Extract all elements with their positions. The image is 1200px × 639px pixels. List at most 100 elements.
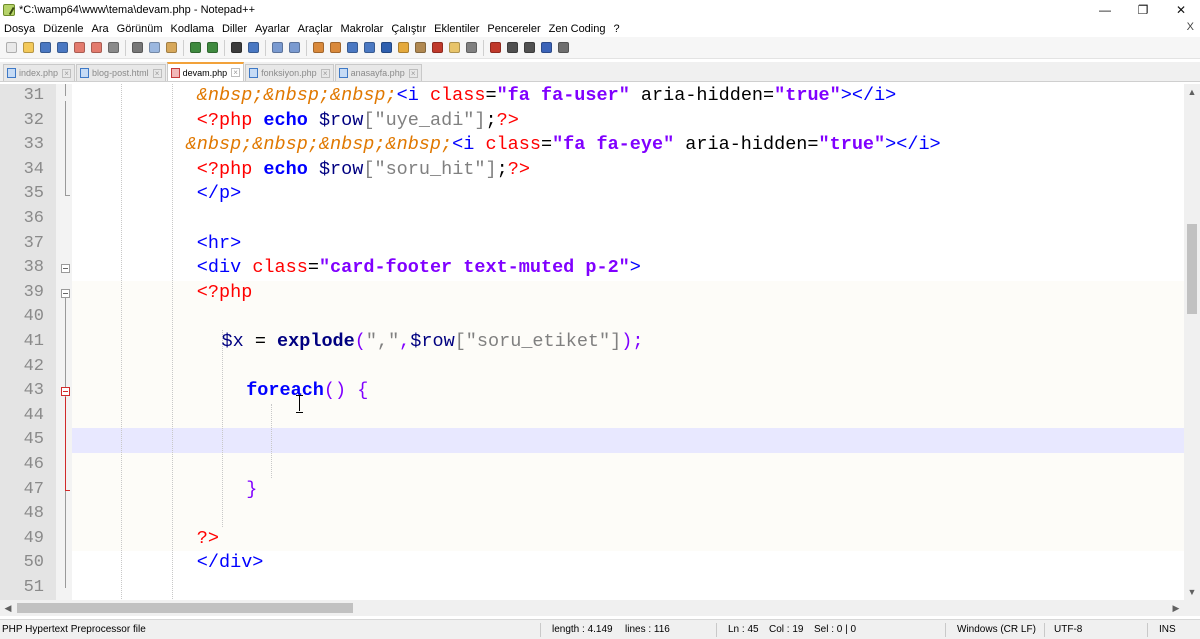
menu-item-diller[interactable]: Diller <box>218 23 251 35</box>
code-token: () <box>323 380 347 402</box>
fold-end-marker <box>65 489 70 491</box>
save-macro-icon[interactable] <box>555 40 571 56</box>
line-number: 31 <box>23 86 44 105</box>
play-macro-icon[interactable] <box>521 40 537 56</box>
tab-label: fonksiyon.php <box>261 68 317 78</box>
code-token: , <box>399 331 411 352</box>
redo-icon[interactable] <box>204 40 220 56</box>
menu-item-kodlama[interactable]: Kodlama <box>167 23 218 35</box>
doc-map-icon[interactable] <box>412 40 428 56</box>
line-number: 46 <box>23 455 44 474</box>
close-icon[interactable] <box>71 40 87 56</box>
text-cursor-icon <box>296 395 304 413</box>
tab-index-php[interactable]: index.php × <box>3 64 76 81</box>
menu-item-düzenle[interactable]: Düzenle <box>39 23 87 35</box>
code-editor[interactable]: 31 &nbsp;&nbsp;&nbsp;<i class="fa fa-user… <box>0 84 1184 600</box>
vertical-scrollbar[interactable]: ▲ ▼ <box>1184 84 1200 600</box>
tab-label: anasayfa.php <box>350 68 405 78</box>
line-number: 39 <box>23 282 44 302</box>
fold-toggle-icon[interactable] <box>61 386 70 396</box>
record-macro-icon[interactable] <box>487 40 503 56</box>
tab-devam-php[interactable]: devam.php × <box>166 62 245 81</box>
menu-item-pencereler[interactable]: Pencereler <box>483 23 544 35</box>
line-number: 32 <box>23 110 44 130</box>
tab-fonksiyon-php[interactable]: fonksiyon.php × <box>245 64 334 81</box>
menu-item-zen-coding[interactable]: Zen Coding <box>545 23 610 35</box>
paste-icon[interactable] <box>163 40 179 56</box>
title-bar: *C:\wamp64\www\tema\devam.php - Notepad+… <box>0 0 1200 20</box>
close-window-button[interactable]: ✕ <box>1162 0 1200 20</box>
monitoring-icon[interactable] <box>463 40 479 56</box>
code-token: ; <box>496 158 508 180</box>
status-eol[interactable]: Windows (CR LF) <box>957 624 1036 635</box>
status-divider <box>716 623 717 637</box>
status-encoding[interactable]: UTF-8 <box>1054 624 1082 635</box>
indent-guide-icon[interactable] <box>378 40 394 56</box>
code-token: ["soru_etiket"] <box>454 331 622 352</box>
fold-toggle-icon[interactable] <box>61 263 70 273</box>
tab-close-icon[interactable]: × <box>408 68 418 78</box>
code-line: 47} <box>0 478 1184 503</box>
code-token: "fa fa-user" <box>496 85 630 106</box>
cut-icon[interactable] <box>129 40 145 56</box>
code-line: 43 foreach() { <box>0 379 1184 404</box>
scroll-down-icon[interactable]: ▼ <box>1184 584 1200 600</box>
replace-icon[interactable] <box>245 40 261 56</box>
status-insert-mode[interactable]: INS <box>1159 624 1176 635</box>
menu-item-ara[interactable]: Ara <box>88 23 113 35</box>
zoom-in-icon[interactable] <box>269 40 285 56</box>
close-all-icon[interactable] <box>88 40 104 56</box>
sync-h-icon[interactable] <box>327 40 343 56</box>
menu-item-görünüm[interactable]: Görünüm <box>113 23 167 35</box>
vertical-scroll-thumb[interactable] <box>1187 224 1197 314</box>
menu-item-eklentiler[interactable]: Eklentiler <box>430 23 483 35</box>
menu-item-dosya[interactable]: Dosya <box>0 23 39 35</box>
code-line: 42 <box>0 355 1184 380</box>
menu-item-makrolar[interactable]: Makrolar <box>337 23 388 35</box>
tab-blog-post-html[interactable]: blog-post.html × <box>76 64 166 81</box>
tab-close-icon[interactable]: × <box>152 68 162 78</box>
restore-button[interactable]: ❐ <box>1124 0 1162 20</box>
print-icon[interactable] <box>105 40 121 56</box>
minimize-button[interactable]: — <box>1086 0 1124 20</box>
show-all-chars-icon[interactable] <box>361 40 377 56</box>
find-icon[interactable] <box>228 40 244 56</box>
open-file-icon[interactable] <box>20 40 36 56</box>
menu-item-çalıştır[interactable]: Çalıştır <box>387 23 430 35</box>
folder-workspace-icon[interactable] <box>446 40 462 56</box>
line-number: 50 <box>23 553 44 573</box>
tab-anasayfa-php[interactable]: anasayfa.php × <box>334 64 422 81</box>
line-number: 43 <box>23 381 44 401</box>
tab-close-icon[interactable]: × <box>320 68 330 78</box>
function-list-icon[interactable] <box>429 40 445 56</box>
save-all-icon[interactable] <box>54 40 70 56</box>
word-wrap-icon[interactable] <box>344 40 360 56</box>
copy-icon[interactable] <box>146 40 162 56</box>
play-multiple-icon[interactable] <box>538 40 554 56</box>
close-document-button[interactable]: X <box>1187 21 1194 33</box>
code-token: "true" <box>774 85 841 106</box>
tab-close-icon[interactable]: × <box>62 68 72 78</box>
toolbar-separator <box>306 39 307 56</box>
fold-toggle-icon[interactable] <box>61 288 70 298</box>
code-text: <?php <box>197 281 253 306</box>
sync-v-icon[interactable] <box>310 40 326 56</box>
tab-close-icon[interactable]: × <box>231 68 241 77</box>
zoom-out-icon[interactable] <box>286 40 302 56</box>
menu-item-ayarlar[interactable]: Ayarlar <box>251 23 294 35</box>
scroll-left-icon[interactable]: ◀ <box>0 600 16 616</box>
stop-macro-icon[interactable] <box>504 40 520 56</box>
menu-item-araçlar[interactable]: Araçlar <box>294 23 337 35</box>
udl-icon[interactable] <box>395 40 411 56</box>
horizontal-scrollbar[interactable]: ◀ ▶ <box>0 600 1184 616</box>
scroll-up-icon[interactable]: ▲ <box>1184 84 1200 100</box>
horizontal-scroll-thumb[interactable] <box>17 603 353 613</box>
undo-icon[interactable] <box>187 40 203 56</box>
new-file-icon[interactable] <box>3 40 19 56</box>
code-token: $row <box>318 158 364 180</box>
scroll-right-icon[interactable]: ▶ <box>1168 600 1184 616</box>
code-token: $x <box>221 331 244 352</box>
menu-item-help[interactable]: ? <box>609 23 623 35</box>
save-icon[interactable] <box>37 40 53 56</box>
